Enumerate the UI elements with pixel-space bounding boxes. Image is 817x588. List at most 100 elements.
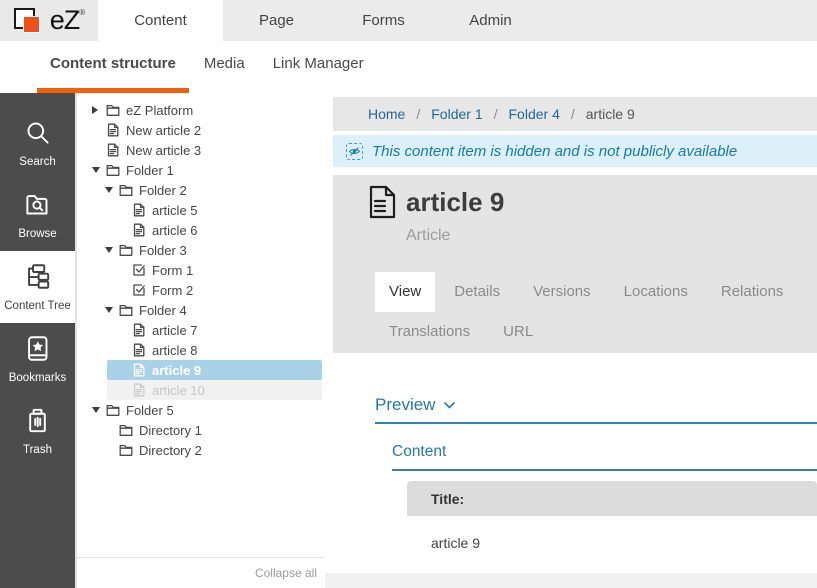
hidden-eye-icon [346, 143, 363, 160]
breadcrumb-folder-4[interactable]: Folder 4 [509, 106, 560, 122]
sub-nav: Content structureMediaLink Manager [0, 41, 817, 93]
tree-item-label: article 10 [152, 383, 205, 398]
tree-item-article-8[interactable]: article 8 [77, 340, 325, 360]
tree-item-folder-5[interactable]: Folder 5 [77, 400, 325, 420]
content-header: article 9 Article ViewDetailsVersionsLoc… [333, 175, 817, 353]
sidebar-item-trash[interactable]: Trash [0, 395, 75, 467]
breadcrumb: Home/Folder 1/Folder 4/article 9 [333, 97, 817, 131]
tree-item-label: Folder 3 [139, 243, 187, 258]
collapse-arrow-icon[interactable] [92, 167, 100, 173]
field-value-row: article 9 [407, 516, 817, 570]
folder-icon [119, 423, 133, 437]
top-bar: eZ® ContentPageFormsAdmin [0, 0, 817, 41]
tree-item-directory-1[interactable]: Directory 1 [77, 420, 325, 440]
expand-arrow-icon[interactable] [92, 106, 98, 114]
tree-item-folder-1[interactable]: Folder 1 [77, 160, 325, 180]
top-nav-tabs: ContentPageFormsAdmin [98, 0, 544, 41]
tree-item-label: article 5 [152, 203, 198, 218]
preview-section-header: Preview [375, 395, 817, 424]
tree-item-folder-4[interactable]: Folder 4 [77, 300, 325, 320]
article-icon [106, 123, 120, 137]
collapse-arrow-icon[interactable] [92, 407, 100, 413]
tree-item-label: Form 1 [152, 263, 193, 278]
tree-item-article-9[interactable]: article 9 [77, 360, 325, 380]
breadcrumb-home[interactable]: Home [368, 106, 405, 122]
folder-icon [119, 443, 133, 457]
tab-locations[interactable]: Locations [610, 272, 702, 312]
tree-item-article-6[interactable]: article 6 [77, 220, 325, 240]
top-tab-forms[interactable]: Forms [330, 0, 437, 41]
article-icon [106, 143, 120, 157]
tree-item-article-10[interactable]: article 10 [77, 380, 325, 400]
tab-url[interactable]: URL [489, 312, 547, 352]
content-section-header: Content [392, 443, 817, 471]
tab-details[interactable]: Details [440, 272, 514, 312]
breadcrumb-article-9: article 9 [586, 106, 635, 122]
tab-versions[interactable]: Versions [519, 272, 605, 312]
tree-item-form-1[interactable]: Form 1 [77, 260, 325, 280]
tab-relations[interactable]: Relations [707, 272, 798, 312]
collapse-arrow-icon[interactable] [105, 307, 113, 313]
ez-logo-icon [14, 6, 48, 36]
tree-item-new-article-2[interactable]: New article 2 [77, 120, 325, 140]
title-row: article 9 [368, 185, 817, 224]
tree-item-label: Form 2 [152, 283, 193, 298]
collapse-arrow-icon[interactable] [105, 247, 113, 253]
tree-item-article-7[interactable]: article 7 [77, 320, 325, 340]
sidebar-item-search[interactable]: Search [0, 107, 75, 179]
folder-icon [106, 403, 120, 417]
sidebar-item-content-tree[interactable]: Content Tree [0, 251, 75, 323]
folder-icon [119, 243, 133, 257]
folder-icon [106, 103, 120, 117]
sidebar-item-label: Bookmarks [9, 372, 67, 384]
content-type-label: Article [406, 227, 817, 245]
article-icon [132, 323, 146, 337]
main-content: Home/Folder 1/Folder 4/article 9 This co… [325, 93, 817, 588]
subnav-tab-link-manager[interactable]: Link Manager [260, 41, 377, 93]
article-type-icon [368, 185, 397, 224]
tree-item-label: article 8 [152, 343, 198, 358]
tab-translations[interactable]: Translations [375, 312, 484, 352]
preview-toggle[interactable]: Preview [375, 395, 435, 415]
left-sidebar: SearchBrowse Content Tree Bookmarks Trash [0, 93, 75, 588]
tree-footer: Collapse all [77, 557, 325, 582]
article-icon [132, 203, 146, 217]
sidebar-item-browse[interactable]: Browse [0, 179, 75, 251]
tree-item-directory-2[interactable]: Directory 2 [77, 440, 325, 460]
browse-icon [24, 191, 51, 223]
subnav-tab-media[interactable]: Media [191, 41, 258, 93]
tree-item-label: New article 2 [126, 123, 201, 138]
tree-item-form-2[interactable]: Form 2 [77, 280, 325, 300]
folder-icon [106, 163, 120, 177]
article-icon [132, 363, 146, 377]
folder-icon [119, 183, 133, 197]
top-tab-content[interactable]: Content [98, 0, 223, 41]
chevron-down-icon[interactable] [435, 396, 455, 414]
view-tab-content: Preview Content Title:article 9 [333, 395, 817, 570]
tree-item-folder-2[interactable]: Folder 2 [77, 180, 325, 200]
top-tab-admin[interactable]: Admin [437, 0, 544, 41]
sidebar-item-label: Content Tree [4, 300, 70, 312]
content-tabs: ViewDetailsVersionsLocationsRelations Tra… [375, 272, 817, 352]
content-tree-panel: eZ PlatformNew article 2New article 3Fol… [75, 93, 325, 588]
tree-item-label: eZ Platform [126, 103, 193, 118]
tree-item-article-5[interactable]: article 5 [77, 200, 325, 220]
tree-item-label: Folder 2 [139, 183, 187, 198]
folder-icon [119, 303, 133, 317]
tree-item-ez-platform[interactable]: eZ Platform [77, 100, 325, 120]
content-tree-icon [24, 263, 51, 295]
article-icon [132, 383, 146, 397]
article-icon [132, 343, 146, 357]
ez-logo[interactable]: eZ® [0, 0, 98, 41]
breadcrumb-separator: / [494, 106, 498, 122]
top-tab-page[interactable]: Page [223, 0, 330, 41]
tree-item-new-article-3[interactable]: New article 3 [77, 140, 325, 160]
tree-item-label: article 9 [152, 363, 201, 378]
sidebar-item-bookmarks[interactable]: Bookmarks [0, 323, 75, 395]
breadcrumb-folder-1[interactable]: Folder 1 [431, 106, 482, 122]
collapse-all-button[interactable]: Collapse all [255, 566, 317, 580]
tab-view[interactable]: View [375, 272, 435, 312]
tree-item-folder-3[interactable]: Folder 3 [77, 240, 325, 260]
collapse-arrow-icon[interactable] [105, 187, 113, 193]
subnav-tab-content-structure[interactable]: Content structure [37, 41, 189, 93]
